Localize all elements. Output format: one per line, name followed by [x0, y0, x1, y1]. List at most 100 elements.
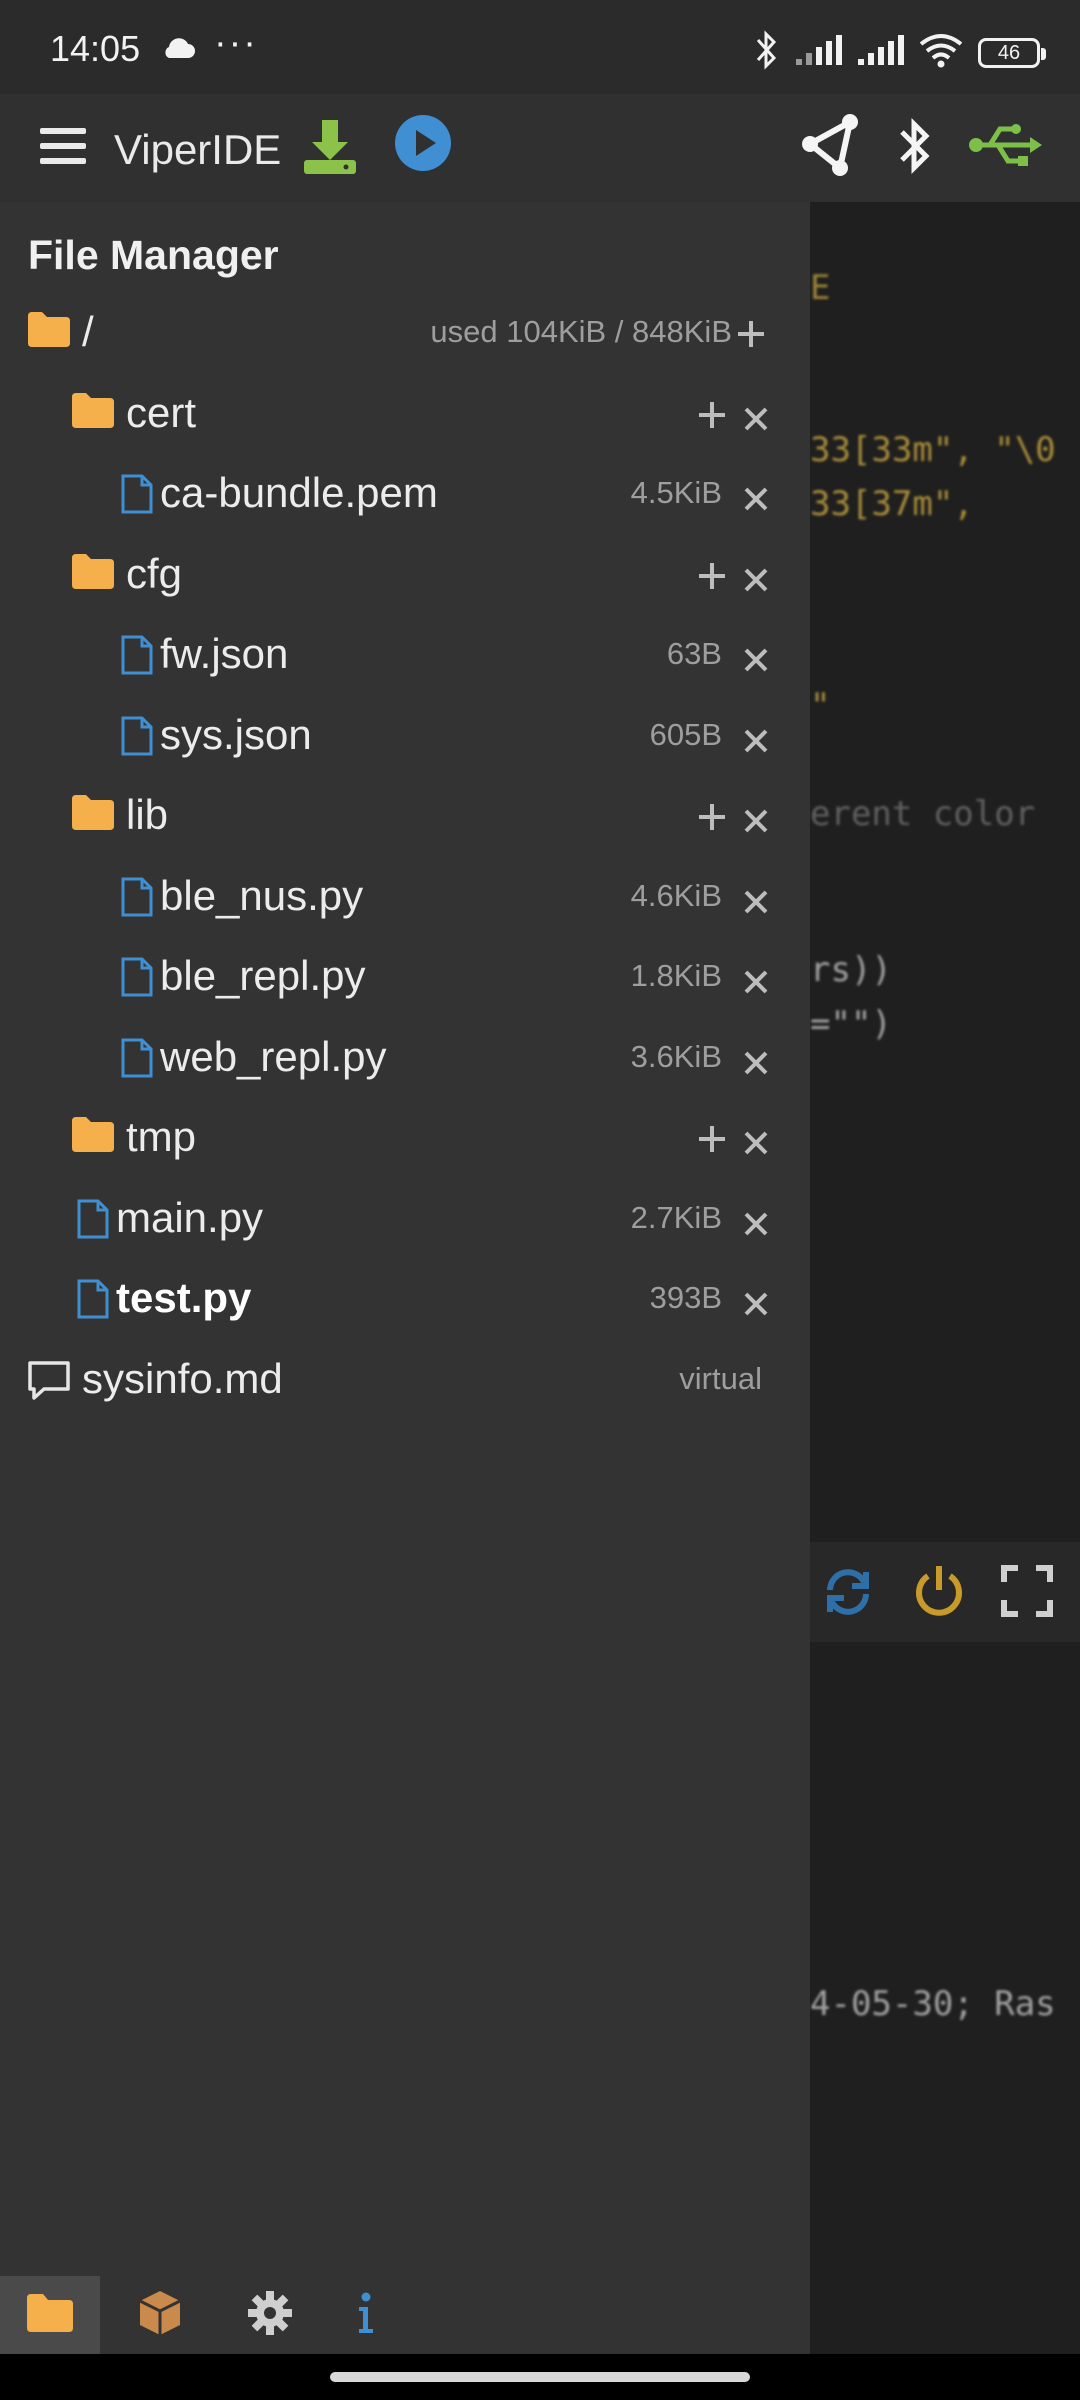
file-icon [120, 956, 154, 1003]
folder-icon [25, 2292, 75, 2339]
bottom-tab-bar [0, 2276, 810, 2354]
file-size: 63B [666, 636, 722, 671]
file-row[interactable]: ca-bundle.pem 4.5KiB [0, 453, 810, 533]
file-row[interactable]: test.py 393B [0, 1258, 810, 1338]
add-icon[interactable] [731, 316, 771, 356]
delete-icon[interactable] [736, 640, 776, 680]
network-icon[interactable] [800, 114, 860, 181]
code-line: 4-05-30; Ras [810, 1984, 1056, 2024]
signal-icon [856, 33, 904, 72]
delete-icon[interactable] [736, 560, 776, 600]
bluetooth-icon[interactable] [894, 116, 934, 181]
status-indicators: 46 [752, 30, 1046, 75]
refresh-icon[interactable] [820, 1564, 876, 1629]
battery-icon: 46 [978, 37, 1046, 68]
file-name: ble_nus.py [160, 871, 364, 919]
file-name: ble_repl.py [160, 952, 366, 999]
cloud-icon [160, 36, 196, 65]
folder-row[interactable]: tmp [0, 1097, 810, 1177]
file-icon [76, 1278, 110, 1325]
file-name: ca-bundle.pem [160, 469, 438, 516]
folder-name: lib [126, 791, 169, 838]
file-icon [120, 876, 154, 923]
file-row[interactable]: sys.json 605B [0, 695, 810, 775]
file-icon [76, 1198, 110, 1245]
folder-name: tmp [126, 1113, 197, 1160]
folder-name: cert [126, 388, 197, 436]
delete-icon[interactable] [736, 1204, 776, 1244]
file-name: sysinfo.md [82, 1354, 283, 1402]
delete-icon[interactable] [736, 1043, 776, 1083]
folder-name: / [82, 308, 94, 355]
delete-icon[interactable] [736, 801, 776, 841]
settings-icon [246, 2289, 294, 2342]
home-indicator[interactable] [330, 2372, 750, 2382]
code-line: ="") [810, 1004, 892, 1044]
file-size: 2.7KiB [630, 1199, 722, 1235]
file-name: fw.json [160, 630, 289, 677]
add-icon[interactable] [692, 799, 732, 839]
code-line: E [810, 268, 831, 308]
code-line: erent color [810, 794, 1036, 834]
folder-name: cfg [126, 549, 183, 597]
folder-icon [70, 391, 116, 434]
file-name: main.py [116, 1193, 264, 1241]
run-icon[interactable] [394, 114, 452, 177]
folder-row[interactable]: / used 104KiB / 848KiB [0, 292, 810, 372]
file-size: 4.6KiB [630, 877, 722, 913]
file-icon [120, 715, 154, 762]
delete-icon[interactable] [736, 1284, 776, 1324]
storage-usage: used 104KiB / 848KiB [430, 314, 732, 349]
tab-info[interactable] [316, 2276, 416, 2354]
tab-settings[interactable] [220, 2276, 320, 2354]
package-icon [136, 2289, 184, 2342]
menu-icon[interactable] [38, 124, 88, 173]
virtual-file-row[interactable]: sysinfo.md virtual [0, 1339, 810, 1419]
delete-icon[interactable] [736, 882, 776, 922]
file-row[interactable]: ble_nus.py 4.6KiB [0, 856, 810, 936]
status-time: 14:05 [50, 28, 141, 69]
folder-icon [70, 1115, 116, 1158]
file-row[interactable]: fw.json 63B [0, 614, 810, 694]
file-size: 393B [649, 1280, 722, 1315]
folder-icon [70, 793, 116, 836]
file-size: 4.5KiB [630, 475, 722, 510]
fullscreen-icon[interactable] [1000, 1564, 1054, 1627]
file-name: sys.json [160, 710, 312, 758]
comment-icon [26, 1359, 72, 1406]
file-size: 1.8KiB [630, 958, 722, 993]
code-line: 33[33m", "\0 [810, 430, 1056, 470]
folder-row[interactable]: cfg [0, 534, 810, 614]
file-size: 3.6KiB [630, 1038, 722, 1074]
tab-packages[interactable] [110, 2276, 210, 2354]
virtual-label: virtual [679, 1360, 762, 1396]
delete-icon[interactable] [736, 962, 776, 1002]
download-icon[interactable] [300, 116, 360, 183]
folder-row[interactable]: cert [0, 373, 810, 453]
usb-icon[interactable] [968, 120, 1044, 175]
add-icon[interactable] [692, 397, 732, 437]
file-row[interactable]: web_repl.py 3.6KiB [0, 1017, 810, 1097]
app-header: ViperIDE [0, 94, 1080, 202]
status-bar: 14:05 ··· 46 [0, 0, 1080, 94]
file-icon [120, 473, 154, 520]
delete-icon[interactable] [736, 1123, 776, 1163]
power-icon[interactable] [910, 1562, 968, 1629]
file-row[interactable]: main.py 2.7KiB [0, 1178, 810, 1258]
file-icon [120, 634, 154, 681]
delete-icon[interactable] [736, 399, 776, 439]
code-line: " [810, 686, 831, 726]
file-size: 605B [649, 716, 722, 752]
add-icon[interactable] [692, 558, 732, 598]
signal-icon [794, 33, 842, 72]
delete-icon[interactable] [736, 721, 776, 761]
terminal-toolbar [810, 1542, 1080, 1642]
file-row[interactable]: ble_repl.py 1.8KiB [0, 936, 810, 1016]
file-manager-panel: File Manager / used 104KiB / 848KiB cert ca… [0, 202, 810, 2354]
folder-icon [26, 310, 72, 353]
tab-files[interactable] [0, 2276, 100, 2354]
delete-icon[interactable] [736, 479, 776, 519]
folder-row[interactable]: lib [0, 775, 810, 855]
add-icon[interactable] [692, 1121, 732, 1161]
code-editor[interactable]: E 33[33m", "\0 33[37m", " erent color rs… [810, 202, 1080, 2354]
